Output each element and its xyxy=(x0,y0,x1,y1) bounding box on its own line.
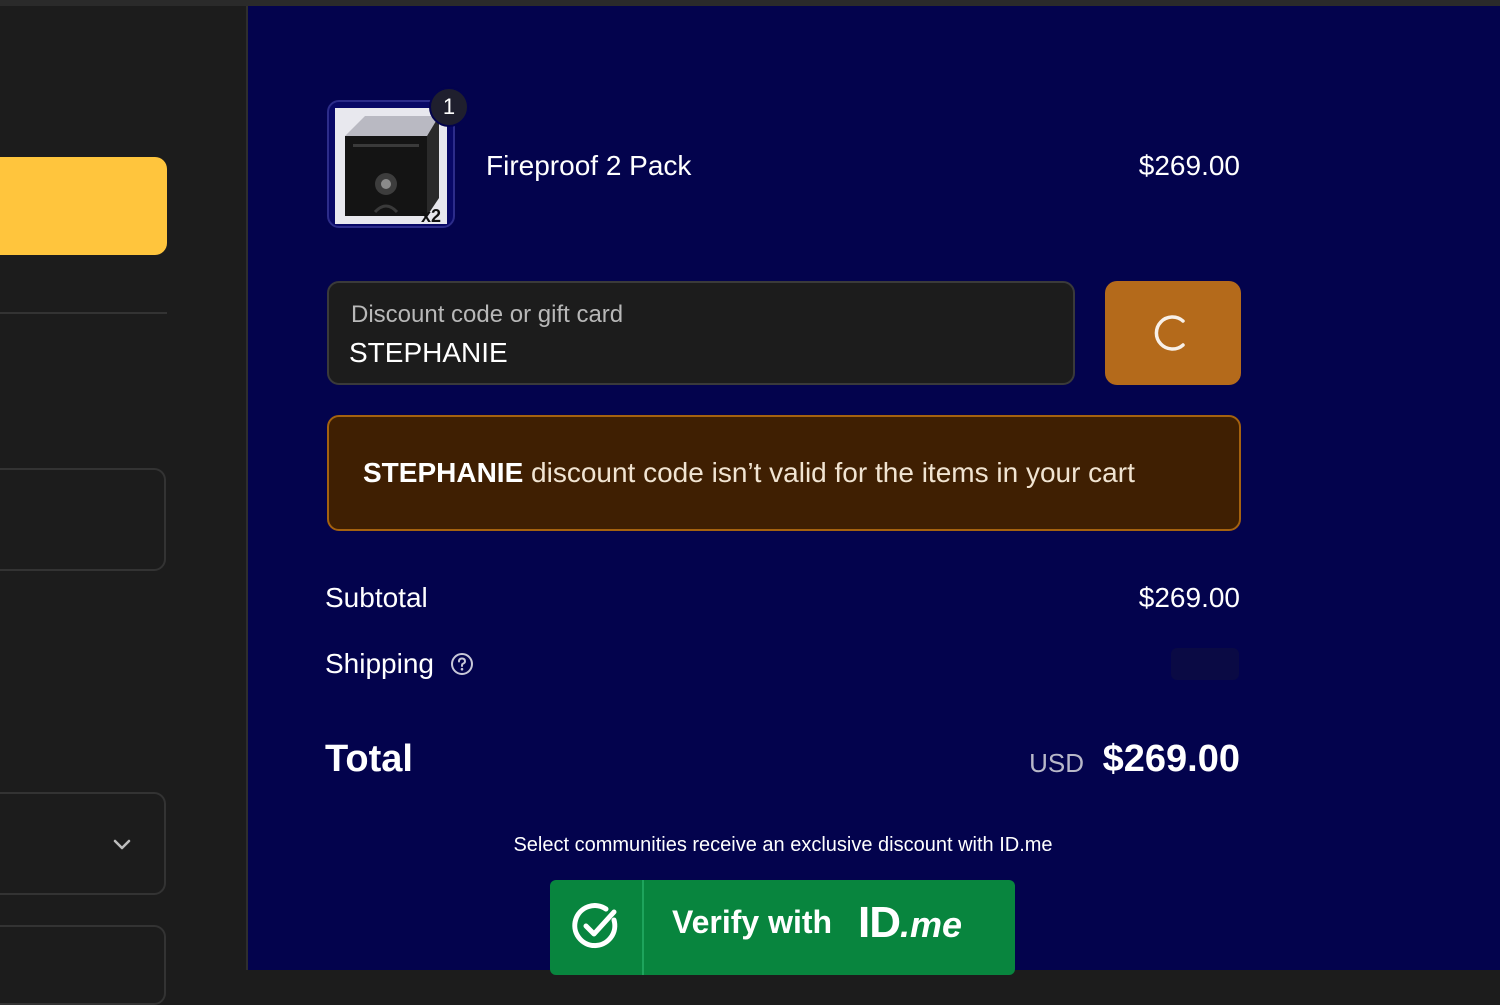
total-amount: $269.00 xyxy=(1102,738,1240,780)
idme-note: Select communities receive an exclusive … xyxy=(513,834,1053,856)
check-circle-icon xyxy=(572,903,618,949)
verify-idme-button[interactable]: Verify with ID.me xyxy=(550,880,1015,975)
product-price: $269.00 xyxy=(1138,150,1240,181)
subtotal-value: $269.00 xyxy=(1138,582,1240,613)
discount-code-input[interactable] xyxy=(349,335,1049,371)
spinner-icon xyxy=(1154,315,1185,351)
chevron-down-icon xyxy=(113,839,131,850)
left-select-field[interactable] xyxy=(0,792,166,895)
help-circle-icon[interactable] xyxy=(450,652,474,676)
subtotal-label: Subtotal xyxy=(325,582,428,613)
shipping-value-loading xyxy=(1171,648,1239,680)
shipping-label: Shipping xyxy=(325,648,434,679)
left-separator xyxy=(0,312,167,314)
verify-label: Verify with xyxy=(672,904,833,940)
error-message: STEPHANIE discount code isn’t valid for … xyxy=(363,457,1135,489)
quantity-badge: 1 xyxy=(429,87,469,127)
idme-icon-zone xyxy=(550,880,644,975)
product-name: Fireproof 2 Pack xyxy=(486,150,692,181)
product-image: x2 xyxy=(335,108,447,224)
idme-logo-id: ID xyxy=(858,898,901,947)
discount-error-banner: STEPHANIE discount code isn’t valid for … xyxy=(327,415,1241,531)
idme-logo: ID.me xyxy=(858,898,962,948)
apply-discount-button[interactable] xyxy=(1105,281,1241,385)
error-code: STEPHANIE xyxy=(363,457,524,488)
thumb-badge: x2 xyxy=(421,206,441,224)
error-text: discount code isn’t valid for the items … xyxy=(523,457,1135,488)
total-label: Total xyxy=(325,738,413,780)
left-input-field-2[interactable] xyxy=(0,925,166,1005)
discount-field-label: Discount code or gift card xyxy=(351,301,624,328)
left-input-field[interactable] xyxy=(0,468,166,571)
primary-action-button[interactable] xyxy=(0,157,167,255)
discount-code-field[interactable]: Discount code or gift card xyxy=(327,281,1075,385)
idme-logo-me: .me xyxy=(900,904,963,945)
total-currency: USD xyxy=(1029,748,1084,778)
